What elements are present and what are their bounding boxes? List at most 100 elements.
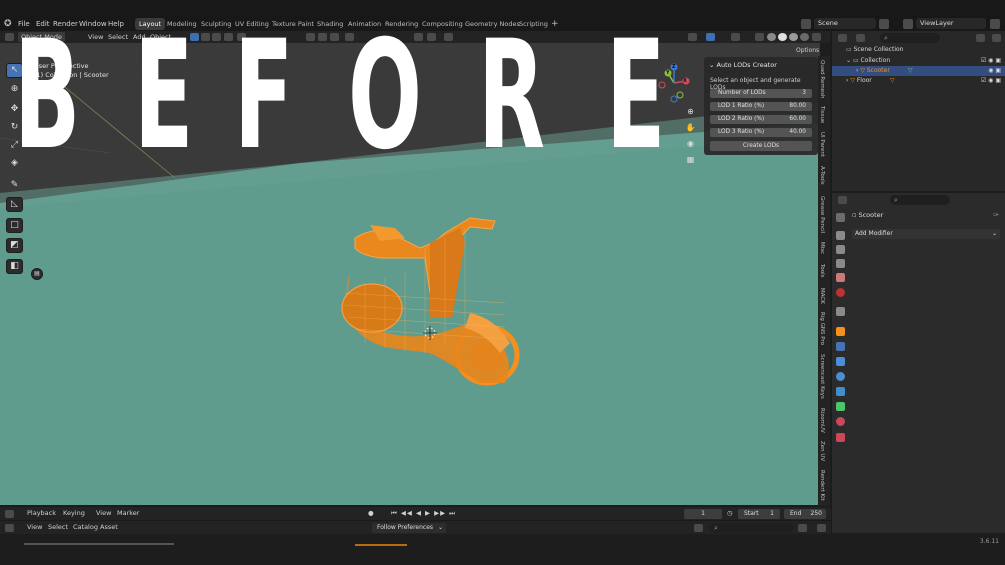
tool-extra-2-icon[interactable]: ◧	[6, 259, 23, 274]
measure-tool-icon[interactable]: ◺	[6, 197, 23, 212]
outliner-row-scooter[interactable]: › ▽ Scooter ▽ ◉ ▣	[832, 66, 1005, 76]
row-visibility-icons[interactable]: ☑ ◉ ▣	[981, 76, 1001, 86]
lod3-ratio-field[interactable]: LOD 3 Ratio (%) 40.00	[710, 128, 812, 137]
tab-tools[interactable]: Tools	[819, 264, 825, 278]
scene-properties-icon[interactable]	[836, 273, 845, 282]
clock-icon[interactable]: ◷	[727, 509, 733, 517]
outliner-display-mode-icon[interactable]	[856, 34, 865, 42]
output-properties-icon[interactable]	[836, 245, 845, 254]
outliner-editor-type-icon[interactable]	[838, 34, 847, 42]
options-dropdown[interactable]: Options	[796, 47, 819, 54]
tab-tissue[interactable]: Tissue	[819, 106, 825, 123]
expand-arrow-icon[interactable]: ⌄	[846, 57, 853, 64]
asset-scrollbar[interactable]	[24, 543, 174, 545]
tool-extra-1-icon[interactable]: ◩	[6, 238, 23, 253]
properties-panel: ⌕ ▫ Scooter ✑ Add Modifier ⌄	[831, 193, 1005, 533]
display-mode-icon[interactable]	[694, 524, 703, 532]
modifier-properties-icon[interactable]	[836, 342, 845, 351]
tab-ui-parent[interactable]: UI Parent	[819, 132, 825, 157]
menu-timeline-view[interactable]: View	[96, 509, 111, 517]
row-visibility-icons[interactable]: ◉ ▣	[988, 66, 1001, 76]
tab-mack[interactable]: MACK	[819, 288, 825, 304]
start-value: 1	[770, 510, 774, 517]
timeline-editor-type-icon[interactable]	[5, 510, 14, 518]
progress-indicator	[355, 544, 407, 546]
render-properties-icon[interactable]	[836, 231, 845, 240]
tab-rendert-kit[interactable]: Rendert Kit	[819, 470, 825, 501]
end-frame-field[interactable]: End 250	[784, 509, 826, 519]
new-collection-icon[interactable]	[992, 34, 1001, 42]
create-lods-button[interactable]: Create LODs	[710, 141, 812, 151]
tab-a-tools[interactable]: A-Tools	[819, 166, 825, 185]
library-dropdown[interactable]: Follow Preferences ⌄	[372, 523, 446, 533]
menu-asset-select[interactable]: Select	[48, 523, 68, 531]
menu-catalog[interactable]: Catalog	[73, 523, 98, 531]
data-properties-icon[interactable]	[836, 402, 845, 411]
world-properties-icon[interactable]	[836, 288, 845, 297]
asset-editor-type-icon[interactable]	[5, 524, 14, 532]
asset-settings-icon[interactable]	[817, 524, 826, 532]
lod2-ratio-field[interactable]: LOD 2 Ratio (%) 60.00	[710, 115, 812, 124]
modifier-icon[interactable]: ▽	[890, 76, 895, 86]
new-view-layer-icon[interactable]	[990, 19, 1000, 29]
collection-properties-icon[interactable]	[836, 307, 845, 316]
outliner-filter-icon[interactable]	[976, 34, 985, 42]
row-visibility-icons[interactable]: ☑ ◉ ▣	[981, 56, 1001, 66]
tool-properties-icon[interactable]	[836, 213, 845, 222]
menu-asset-view[interactable]: View	[27, 523, 42, 531]
view-layer-icon[interactable]	[903, 19, 913, 29]
row-label: Scene Collection	[853, 46, 904, 53]
outliner-row-floor[interactable]: › ▽ Floor ▽ ☑ ◉ ▣	[832, 76, 1005, 86]
lod1-ratio-field[interactable]: LOD 1 Ratio (%) 80.00	[710, 102, 812, 111]
object-properties-icon[interactable]	[836, 327, 845, 336]
tab-misc[interactable]: Misc	[819, 242, 825, 254]
tab-zen-uv[interactable]: Zen UV	[819, 441, 825, 461]
constraint-properties-icon[interactable]	[836, 387, 845, 396]
status-menu-icon[interactable]: ▤	[31, 268, 43, 280]
tab-rizomuv[interactable]: RizomUV	[819, 408, 825, 433]
asset-filter-icon[interactable]	[798, 524, 807, 532]
chevron-down-icon: ⌄	[991, 230, 997, 237]
texture-properties-icon[interactable]	[836, 433, 845, 442]
tab-screencast-keys[interactable]: Screencast Keys	[819, 354, 825, 399]
new-scene-icon[interactable]	[879, 19, 889, 29]
add-cube-tool-icon[interactable]: □	[6, 218, 23, 233]
current-frame-field[interactable]: 1	[684, 509, 722, 519]
outliner-search-input[interactable]: ⌕	[880, 33, 940, 43]
sidebar-tabs: Quad Remesh Tissue UI Parent A-Tools Gre…	[818, 56, 830, 506]
number-of-lods-field[interactable]: Number of LODs 3	[710, 89, 812, 98]
overlay-letter: E	[134, 9, 194, 183]
menu-marker[interactable]: Marker	[117, 509, 139, 517]
playback-controls[interactable]: ⏮ ◀◀ ◀ ▶ ▶▶ ⏭	[391, 509, 456, 518]
tab-quad-remesh[interactable]: Quad Remesh	[819, 60, 825, 98]
add-modifier-dropdown[interactable]: Add Modifier ⌄	[852, 229, 1000, 239]
record-icon[interactable]: ●	[368, 509, 374, 517]
menu-keying[interactable]: Keying	[63, 509, 85, 517]
overlay-letter: B	[14, 9, 81, 183]
collection-icon: ▭	[846, 46, 854, 53]
menu-asset[interactable]: Asset	[100, 523, 118, 531]
tab-grease-pencil[interactable]: Grease Pencil	[819, 196, 825, 233]
auto-lods-panel: ⌄ Auto LODs Creator Select an object and…	[704, 57, 818, 155]
panel-title[interactable]: ⌄ Auto LODs Creator	[709, 61, 777, 69]
particle-properties-icon[interactable]	[836, 357, 845, 366]
menu-playback[interactable]: Playback	[27, 509, 56, 517]
scene-selector[interactable]: Scene	[814, 18, 876, 29]
start-frame-field[interactable]: Start 1	[738, 509, 780, 519]
view-layer-selector[interactable]: ViewLayer	[916, 18, 986, 29]
tab-rig-gns-pro[interactable]: Rig GNS Pro	[819, 312, 825, 345]
asset-search-input[interactable]: ⌕	[710, 523, 794, 533]
pin-icon[interactable]: ✑	[993, 211, 999, 219]
field-label: LOD 2 Ratio (%)	[718, 116, 765, 122]
material-properties-icon[interactable]	[836, 417, 845, 426]
view-layer-properties-icon[interactable]	[836, 259, 845, 268]
timeline-header: Playback Keying View Marker ● ⏮ ◀◀ ◀ ▶ ▶…	[0, 506, 831, 520]
properties-search-input[interactable]: ⌕	[890, 195, 950, 205]
field-label: LOD 3 Ratio (%)	[718, 129, 765, 135]
physics-properties-icon[interactable]	[836, 372, 845, 381]
outliner-row-collection[interactable]: ⌄ ▭ Collection ☑ ◉ ▣	[832, 56, 1005, 66]
properties-editor-type-icon[interactable]	[838, 196, 847, 204]
overlay-letter: O	[348, 9, 422, 183]
mesh-data-icon[interactable]: ▽	[908, 66, 913, 76]
outliner-row-scene-collection[interactable]: ▭ Scene Collection	[832, 45, 1005, 55]
